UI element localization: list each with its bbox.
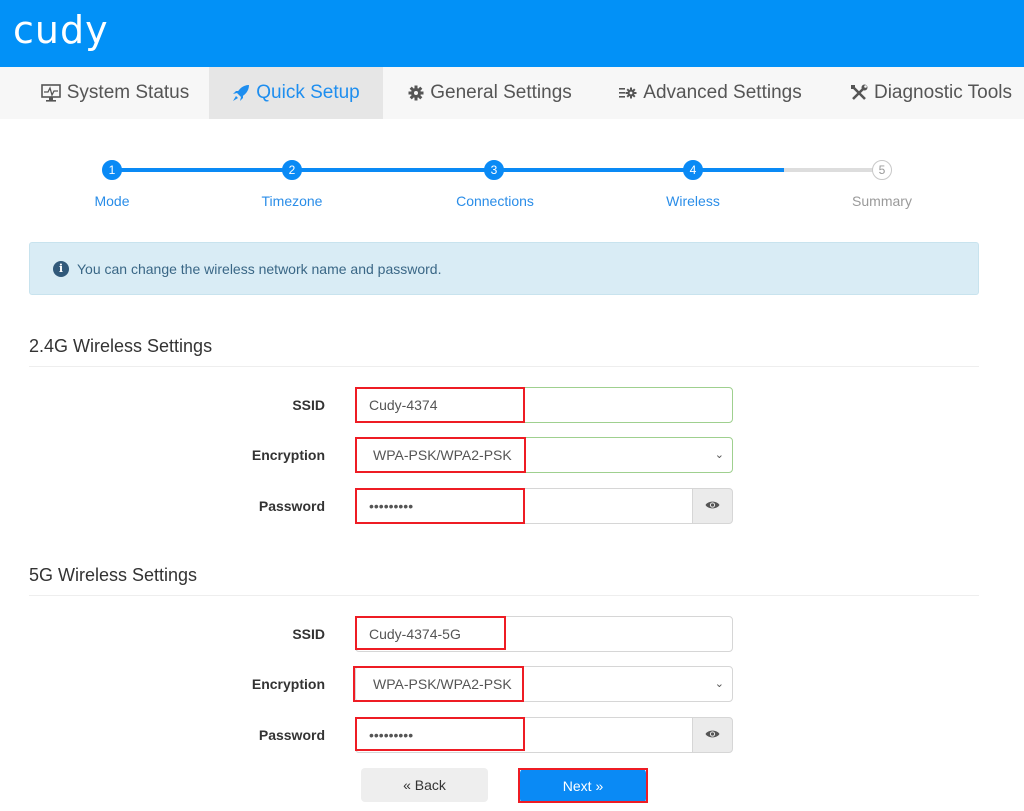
nav-general-settings[interactable]: General Settings <box>395 67 585 119</box>
info-circle-icon: i <box>53 260 69 277</box>
top-header: cudy <box>0 0 1024 67</box>
encryption-select-24g[interactable]: WPA-PSK/WPA2-PSK ⌄ <box>355 437 733 473</box>
nav-label: Quick Setup <box>256 82 360 103</box>
encryption-label-5g: Encryption <box>251 676 325 692</box>
nav-system-status[interactable]: System Status <box>25 67 205 119</box>
encryption-value-5g: WPA-PSK/WPA2-PSK <box>373 676 512 692</box>
password-input-5g[interactable]: ••••••••• <box>355 717 693 753</box>
nav-label: Diagnostic Tools <box>873 82 1012 103</box>
password-value-5g: ••••••••• <box>369 727 414 743</box>
nav-label: Advanced Settings <box>643 82 802 103</box>
back-button[interactable]: « Back <box>361 768 488 802</box>
section-divider <box>29 595 979 596</box>
chevron-down-icon: ⌄ <box>714 449 724 461</box>
nav-advanced-settings[interactable]: Advanced Settings <box>608 67 813 119</box>
encryption-value-24g: WPA-PSK/WPA2-PSK <box>373 447 512 463</box>
main-nav: System Status Quick Setup General Settin… <box>0 67 1024 119</box>
ssid-label-5g: SSID <box>292 626 325 642</box>
alert-text: You can change the wireless network name… <box>77 260 442 277</box>
ssid-value-5g: Cudy-4374-5G <box>369 626 461 642</box>
section-divider <box>29 366 979 367</box>
step-3-circle: 3 <box>484 160 504 180</box>
step-2-label: Timezone <box>261 193 323 209</box>
step-4-circle: 4 <box>683 160 703 180</box>
stepper-remaining-line <box>784 168 882 172</box>
password-value-24g: ••••••••• <box>369 498 414 514</box>
tools-icon <box>850 84 868 102</box>
info-alert: i You can change the wireless network na… <box>29 242 979 295</box>
ssid-value-24g: Cudy-4374 <box>369 397 438 413</box>
step-4-label: Wireless <box>666 193 720 209</box>
encryption-label-24g: Encryption <box>251 447 325 463</box>
step-5-circle: 5 <box>872 160 892 180</box>
rocket-icon <box>232 84 250 102</box>
step-1-label: Mode <box>94 193 130 209</box>
section-title-24g: 2.4G Wireless Settings <box>29 336 213 356</box>
nav-label: General Settings <box>430 82 572 103</box>
chevron-down-icon: ⌄ <box>714 678 724 690</box>
eye-icon <box>705 497 720 515</box>
step-1-circle: 1 <box>102 160 122 180</box>
step-2-circle: 2 <box>282 160 302 180</box>
monitor-icon <box>40 84 61 102</box>
ssid-label-24g: SSID <box>292 397 325 413</box>
setup-stepper: 1 2 3 4 5 Mode Timezone Connections Wire… <box>0 119 1024 239</box>
password-label-24g: Password <box>258 498 325 514</box>
gear-icon <box>408 85 424 101</box>
ssid-input-24g[interactable]: Cudy-4374 <box>355 387 733 423</box>
show-password-button-5g[interactable] <box>692 717 733 753</box>
password-label-5g: Password <box>258 727 325 743</box>
nav-diagnostic-tools[interactable]: Diagnostic Tools <box>838 67 1024 119</box>
password-input-24g[interactable]: ••••••••• <box>355 488 693 524</box>
cudy-logo: cudy <box>13 8 109 52</box>
nav-label: System Status <box>66 82 190 103</box>
step-3-label: Connections <box>456 193 534 209</box>
nav-quick-setup[interactable]: Quick Setup <box>209 67 383 119</box>
show-password-button-24g[interactable] <box>692 488 733 524</box>
ssid-input-5g[interactable]: Cudy-4374-5G <box>355 616 733 652</box>
next-button[interactable]: Next » <box>520 769 646 803</box>
step-5-label: Summary <box>852 193 912 209</box>
encryption-select-5g[interactable]: WPA-PSK/WPA2-PSK ⌄ <box>355 666 733 702</box>
section-title-5g: 5G Wireless Settings <box>29 565 198 585</box>
sliders-gear-icon <box>619 86 637 100</box>
eye-icon <box>705 726 720 744</box>
